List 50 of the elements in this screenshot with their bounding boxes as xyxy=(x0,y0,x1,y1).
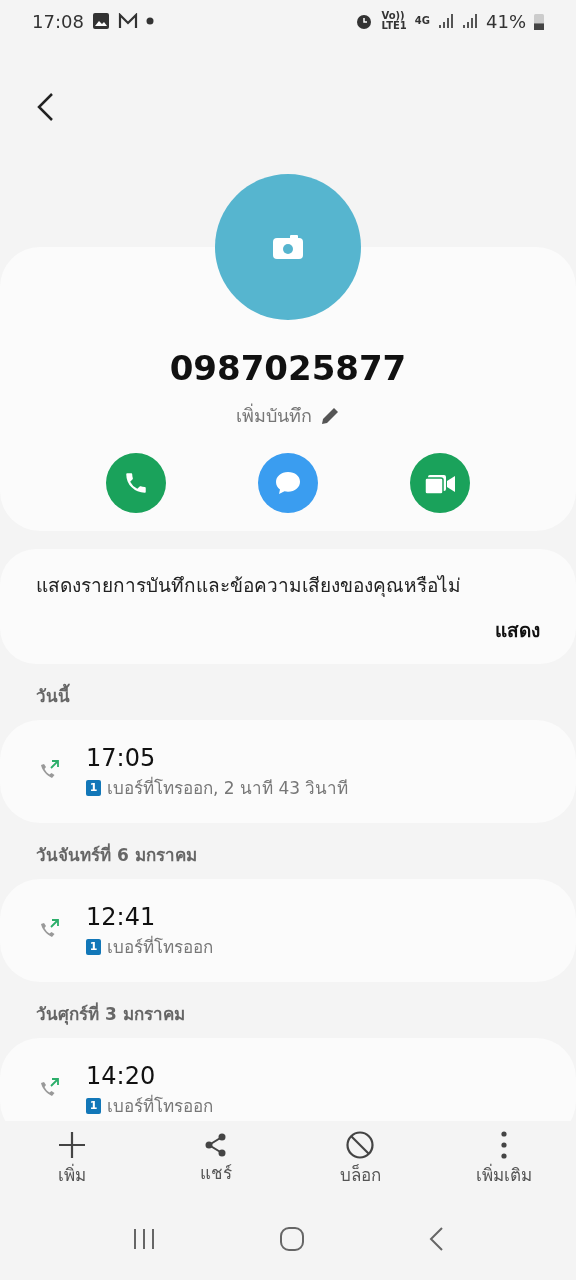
date-heading: วันจันทร์ที่ 6 มกราคม xyxy=(35,842,198,867)
video-call-button[interactable] xyxy=(410,453,470,513)
dot-icon xyxy=(145,17,154,25)
signal-icon xyxy=(462,13,478,29)
date-heading: วันนี้ xyxy=(0,664,576,720)
sim-badge: 1 xyxy=(86,780,101,797)
message-button[interactable] xyxy=(258,453,318,513)
pencil-icon[interactable] xyxy=(320,405,340,426)
show-link[interactable]: แสดง xyxy=(495,618,540,641)
network-label: 4G xyxy=(414,16,430,26)
back-icon[interactable] xyxy=(36,92,54,122)
action-button[interactable]: แชร์ xyxy=(144,1132,288,1188)
call-log-entry[interactable]: 14:20 1 เบอร์ที่โทรออก xyxy=(0,1037,576,1121)
block-icon xyxy=(346,1131,374,1160)
status-time: 17:08 xyxy=(32,9,84,34)
chat-bubble-icon xyxy=(274,470,302,496)
camera-icon xyxy=(273,235,303,259)
mail-icon xyxy=(117,13,138,29)
date-heading: วันศุกร์ที่ 3 มกราคม xyxy=(35,1001,186,1027)
prompt-text: แสดงรายการบันทึกและข้อความเสียงของคุณหรือไม่ xyxy=(36,573,462,599)
phone-number: 0987025877 xyxy=(168,347,408,390)
call-time: 14:20 xyxy=(86,1060,157,1092)
call-time: 12:41 xyxy=(86,901,157,933)
add-note-link[interactable]: เพิ่มบันทึก xyxy=(236,402,312,429)
share-icon xyxy=(204,1133,228,1158)
more-icon xyxy=(500,1131,508,1160)
signal-icon xyxy=(438,13,454,29)
call-time: 17:05 xyxy=(86,742,157,774)
call-log-entry[interactable]: 12:41 1 เบอร์ที่โทรออก xyxy=(0,878,576,982)
recent-apps-icon[interactable] xyxy=(131,1227,156,1251)
add-icon xyxy=(58,1131,86,1160)
call-detail: เบอร์ที่โทรออก xyxy=(107,934,213,959)
sim-badge: 1 xyxy=(86,1098,101,1115)
video-camera-icon xyxy=(424,472,456,495)
call-button[interactable] xyxy=(106,453,166,513)
lte-label: LTE1 xyxy=(381,21,407,31)
battery-percent: 41% xyxy=(486,9,526,34)
call-detail: เบอร์ที่โทรออก, 2 นาที 43 วินาที xyxy=(107,775,349,800)
call-log-entry[interactable]: 17:05 1 เบอร์ที่โทรออก, 2 นาที 43 วินาที xyxy=(0,719,576,823)
sim-badge: 1 xyxy=(86,939,101,956)
battery-icon xyxy=(534,12,544,30)
image-icon xyxy=(91,12,110,30)
call-detail: เบอร์ที่โทรออก xyxy=(107,1093,213,1118)
alarm-icon xyxy=(355,12,374,30)
volte-label: Vo)) xyxy=(381,11,405,21)
action-button[interactable]: เพิ่มเติม xyxy=(432,1130,576,1190)
action-button[interactable]: บล็อก xyxy=(288,1130,432,1190)
phone-icon xyxy=(123,470,149,496)
home-icon[interactable] xyxy=(279,1226,305,1252)
action-button[interactable]: เพิ่ม xyxy=(0,1130,144,1190)
